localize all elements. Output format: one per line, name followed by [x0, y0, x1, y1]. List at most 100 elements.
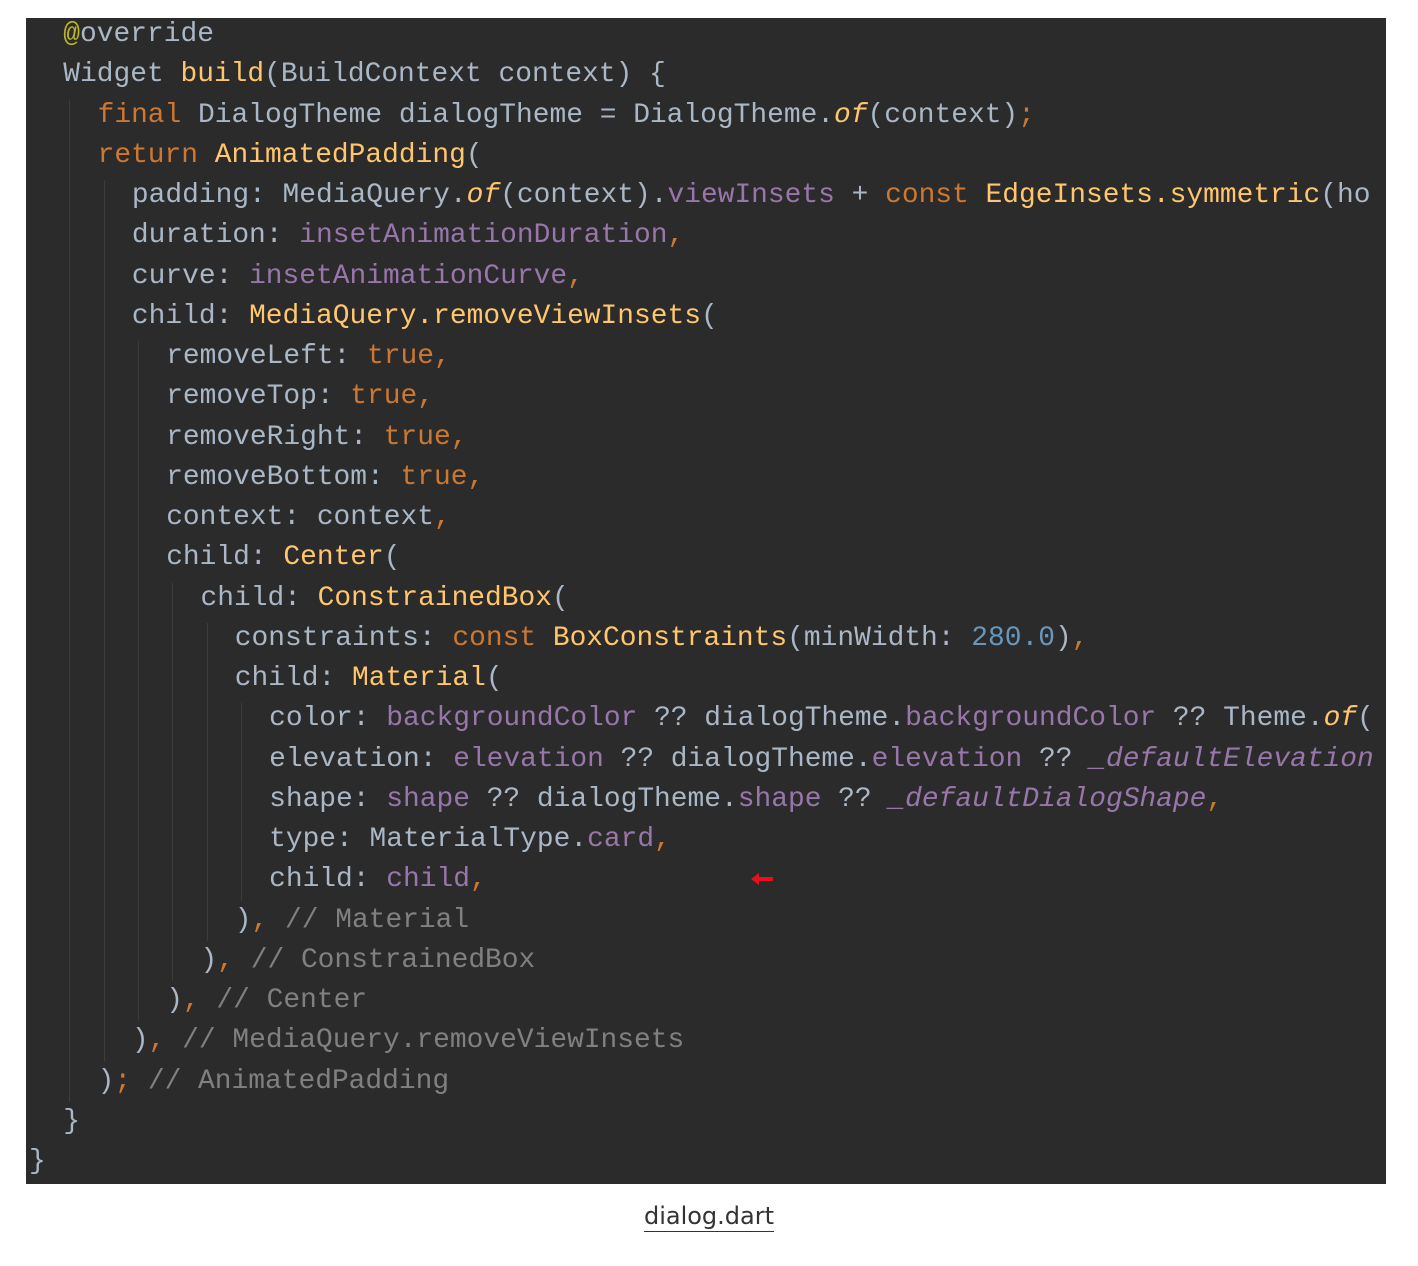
code-token: of [834, 99, 868, 131]
code-token: return [97, 139, 215, 171]
code-token: (BuildContext context) { [264, 59, 666, 91]
indent-guide [103, 180, 105, 1062]
code-token: type: MaterialType. [269, 824, 588, 855]
code-line: curve: insetAnimationCurve, [132, 257, 584, 297]
code-token: ) [97, 1065, 115, 1097]
code-token: insetAnimationDuration [299, 220, 668, 252]
code-token: , [182, 985, 200, 1016]
code-token: ( [552, 582, 569, 614]
code-token: } [63, 1105, 81, 1137]
indent-guide [206, 622, 208, 941]
code-token: of [466, 180, 501, 211]
code-token: of [1323, 703, 1358, 735]
code-token: ( [485, 663, 503, 694]
code-token: _defaultElevation [1089, 743, 1374, 775]
indent-guide [240, 703, 242, 901]
code-token: shape [737, 783, 822, 815]
code-token: backgroundColor [905, 703, 1157, 735]
code-token: card [587, 824, 655, 855]
code-token: constraints: [234, 622, 453, 654]
code-token: ?? dialogTheme. [469, 783, 738, 815]
code-token: context: context [166, 502, 434, 533]
code-line: child: Center( [166, 538, 400, 578]
code-line: child: Material( [235, 659, 503, 699]
code-token: , [148, 1025, 166, 1057]
code-token: insetAnimationCurve [249, 260, 568, 292]
code-token: removeTop: [166, 381, 351, 413]
code-token: override [80, 19, 214, 50]
code-token: true [367, 341, 434, 372]
code-token: , [567, 260, 584, 292]
code-token: , [469, 864, 487, 896]
code-token: ?? Theme. [1156, 703, 1324, 735]
code-token: (ho [1320, 180, 1371, 211]
code-line: ), // Material [235, 901, 469, 941]
code-token: ( [1357, 703, 1374, 735]
code-token: , [667, 220, 685, 252]
code-token: ( [383, 542, 401, 574]
code-token: , [467, 461, 485, 493]
code-token: removeRight: [166, 421, 384, 453]
code-token: (context) [867, 99, 1019, 131]
code-token: child: [269, 864, 387, 896]
code-token: , [417, 381, 434, 413]
code-line: type: MaterialType.card, [269, 820, 671, 860]
code-token: ?? dialogTheme. [637, 703, 906, 735]
code-token: shape [386, 783, 470, 815]
code-line: ), // MediaQuery.removeViewInsets [132, 1021, 684, 1061]
code-token: , [1206, 783, 1224, 815]
code-token: true [350, 381, 418, 413]
code-token: ) [200, 944, 218, 976]
code-token: , [1071, 622, 1089, 654]
code-token: shape: [269, 783, 387, 815]
code-token: child: [234, 663, 352, 694]
code-token: (context). [500, 180, 668, 211]
code-token: duration: [131, 220, 300, 252]
code-token: padding: MediaQuery. [131, 180, 467, 211]
code-line: ), // ConstrainedBox [201, 941, 536, 981]
indent-guide [172, 582, 174, 981]
code-editor: @override Widget build(BuildContext conte… [26, 18, 1386, 1184]
code-line: removeLeft: true, [166, 337, 451, 377]
code-line: duration: insetAnimationDuration, [132, 216, 684, 256]
code-line: child: MediaQuery.removeViewInsets( [132, 297, 718, 337]
code-line: Widget build(BuildContext context) { [63, 55, 666, 95]
code-token: elevation: [269, 743, 454, 775]
code-token: // AnimatedPadding [131, 1065, 450, 1097]
code-token: , [654, 824, 671, 855]
code-token: ?? dialogTheme. [603, 743, 872, 775]
code-token: (minWidth: [787, 622, 972, 654]
code-token: final [97, 99, 199, 131]
code-line: child: ConstrainedBox( [201, 579, 569, 619]
code-token: true [383, 421, 451, 453]
code-line: @override [63, 18, 214, 55]
code-token: ; [114, 1065, 132, 1097]
code-line: context: context, [166, 498, 451, 538]
code-token: BoxConstraints [552, 622, 788, 654]
code-token: @ [63, 19, 81, 50]
code-token: // Material [268, 904, 470, 936]
code-line: elevation: elevation ?? dialogTheme.elev… [269, 740, 1374, 780]
code-token: , [217, 944, 234, 976]
code-token: child: [131, 300, 250, 332]
code-token: Center [283, 542, 384, 574]
code-line: removeTop: true, [166, 377, 434, 417]
code-token: , [433, 502, 451, 533]
code-token: ) [166, 985, 183, 1016]
code-token: EdgeInsets.symmetric [985, 180, 1321, 211]
code-token: ) [1054, 622, 1072, 654]
indent-guide [69, 99, 71, 1102]
code-token: viewInsets [667, 180, 835, 211]
code-token: elevation [871, 743, 1023, 775]
code-line: color: backgroundColor ?? dialogTheme.ba… [269, 699, 1374, 739]
code-line: removeRight: true, [166, 418, 467, 458]
code-line: return AnimatedPadding( [98, 136, 483, 176]
code-line: ); // AnimatedPadding [98, 1062, 450, 1102]
code-line: padding: MediaQuery.of(context).viewInse… [132, 176, 1371, 216]
code-token: elevation [453, 743, 604, 775]
caption-link[interactable]: dialog.dart [643, 1202, 775, 1232]
red-arrow-left-icon [751, 873, 773, 885]
code-token: ( [465, 139, 483, 171]
code-token: child: [166, 542, 284, 574]
figure-caption: dialog.dart [0, 1202, 1418, 1232]
